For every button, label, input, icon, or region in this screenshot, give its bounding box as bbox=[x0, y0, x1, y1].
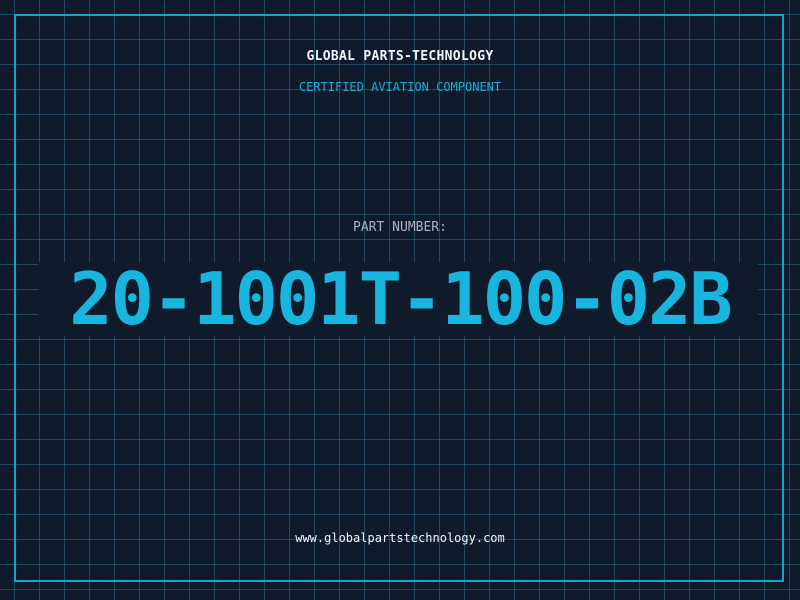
part-label-card: GLOBAL PARTS-TECHNOLOGY CERTIFIED AVIATI… bbox=[0, 0, 800, 600]
part-number-value: 20-1001T-100-02B bbox=[69, 257, 733, 341]
part-number-label: PART NUMBER: bbox=[353, 220, 447, 235]
company-name: GLOBAL PARTS-TECHNOLOGY bbox=[306, 49, 494, 64]
company-tagline: CERTIFIED AVIATION COMPONENT bbox=[298, 80, 502, 94]
website-url: www.globalpartstechnology.com bbox=[295, 531, 505, 545]
